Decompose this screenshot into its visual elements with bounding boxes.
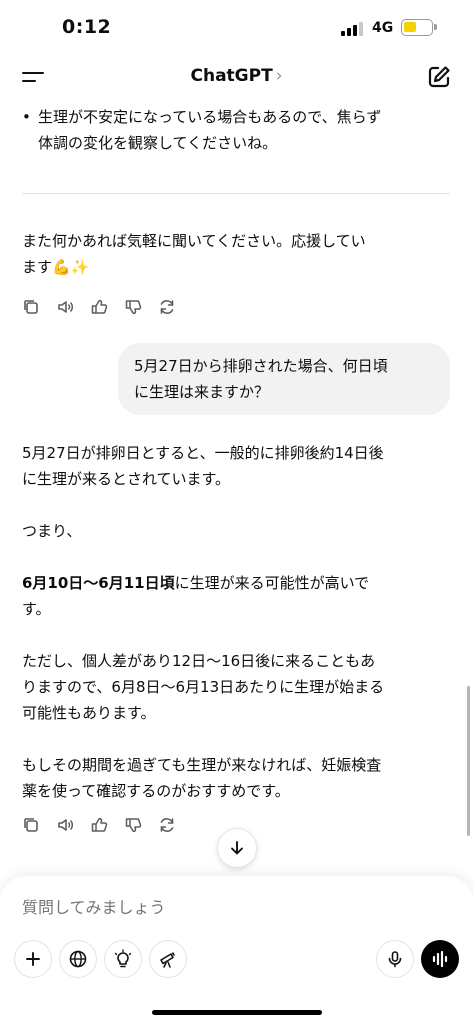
reply-p1-line-1: 5月27日が排卵日とすると、一般的に排卵後約14日後 xyxy=(22,444,384,462)
speaker-icon[interactable] xyxy=(56,298,74,316)
network-label: 4G xyxy=(372,20,394,36)
regenerate-icon[interactable] xyxy=(158,298,176,316)
copy-icon[interactable] xyxy=(22,816,40,834)
user-message-line-2: に生理は来ますか？ xyxy=(134,383,270,401)
voice-mode-icon xyxy=(432,950,448,968)
speaker-icon[interactable] xyxy=(56,816,74,834)
assistant-reply: 5月27日が排卵日とすると、一般的に排卵後約14日後 に生理が来るとされています… xyxy=(22,440,462,804)
signal-icon xyxy=(341,22,367,36)
thumbs-up-icon[interactable] xyxy=(90,298,108,316)
scrollbar[interactable] xyxy=(467,686,470,836)
closing-line-1: また何かあれば気軽に聞いてください。応援してい xyxy=(22,232,366,250)
message-actions xyxy=(22,816,176,834)
dictate-button[interactable] xyxy=(376,940,414,978)
nav-bar: ChatGPT › xyxy=(0,56,473,100)
reply-p3-bold: 6月10日〜6月11日頃 xyxy=(22,574,175,592)
thumbs-up-icon[interactable] xyxy=(90,816,108,834)
deep-research-button[interactable] xyxy=(149,940,187,978)
telescope-icon xyxy=(160,952,175,968)
list-item: • 生理が不安定になっている場合もあるので、焦らず 体調の変化を観察してください… xyxy=(22,104,452,156)
bullet-line-2: 体調の変化を観察してくださいね。 xyxy=(38,134,278,152)
thumbs-down-icon[interactable] xyxy=(124,298,142,316)
assistant-closing: また何かあれば気軽に聞いてください。応援してい ます💪✨ xyxy=(22,228,452,280)
reply-p3-line-1: 6月10日〜6月11日頃に生理が来る可能性が高いで xyxy=(22,570,462,596)
chevron-right-icon: › xyxy=(275,66,283,86)
add-button[interactable] xyxy=(14,940,52,978)
reply-p3-rest: に生理が来る可能性が高いで xyxy=(174,574,370,592)
reply-p3-line-2: す。 xyxy=(22,600,51,618)
model-title-label: ChatGPT xyxy=(190,66,273,86)
divider xyxy=(22,193,450,194)
microphone-icon xyxy=(388,951,402,968)
reason-button[interactable] xyxy=(104,940,142,978)
reply-p5-line-2: 薬を使って確認するのがおすすめです。 xyxy=(22,782,290,800)
closing-line-2: ます💪✨ xyxy=(22,258,90,276)
regenerate-icon[interactable] xyxy=(158,816,176,834)
compose-icon[interactable] xyxy=(426,64,452,90)
scroll-down-button[interactable] xyxy=(217,828,257,868)
lightbulb-icon xyxy=(114,949,132,968)
copy-icon[interactable] xyxy=(22,298,40,316)
composer xyxy=(0,876,473,1024)
reply-p4-line-3: 可能性もあります。 xyxy=(22,704,156,722)
bullet-dot: • xyxy=(22,108,31,126)
globe-icon xyxy=(69,950,87,968)
arrow-down-icon xyxy=(231,841,243,855)
status-bar: 0:12 4G xyxy=(0,0,473,56)
reply-p2: つまり、 xyxy=(22,522,82,540)
user-message-line-1: 5月27日から排卵された場合、何日頃 xyxy=(134,357,388,375)
battery-icon xyxy=(401,19,437,36)
message-input[interactable] xyxy=(22,894,442,920)
reply-p4-line-1: ただし、個人差があり12日〜16日後に来ることもあ xyxy=(22,652,376,670)
bullet-line-1: 生理が不安定になっている場合もあるので、焦らず xyxy=(38,108,382,126)
chat-area[interactable]: • 生理が不安定になっている場合もあるので、焦らず 体調の変化を観察してください… xyxy=(0,100,473,876)
plus-icon xyxy=(26,952,40,966)
reply-p1-line-2: に生理が来るとされています。 xyxy=(22,470,231,488)
thumbs-down-icon[interactable] xyxy=(124,816,142,834)
home-indicator xyxy=(152,1010,322,1015)
model-title[interactable]: ChatGPT › xyxy=(0,66,473,86)
status-time: 0:12 xyxy=(62,16,112,38)
reply-p4-line-2: りますので、6月8日〜6月13日あたりに生理が始まる xyxy=(22,678,385,696)
voice-mode-button[interactable] xyxy=(421,940,459,978)
message-actions xyxy=(22,298,176,316)
user-message-bubble: 5月27日から排卵された場合、何日頃 に生理は来ますか？ xyxy=(118,343,450,415)
search-web-button[interactable] xyxy=(59,940,97,978)
reply-p5-line-1: もしその期間を過ぎても生理が来なければ、妊娠検査 xyxy=(22,756,382,774)
